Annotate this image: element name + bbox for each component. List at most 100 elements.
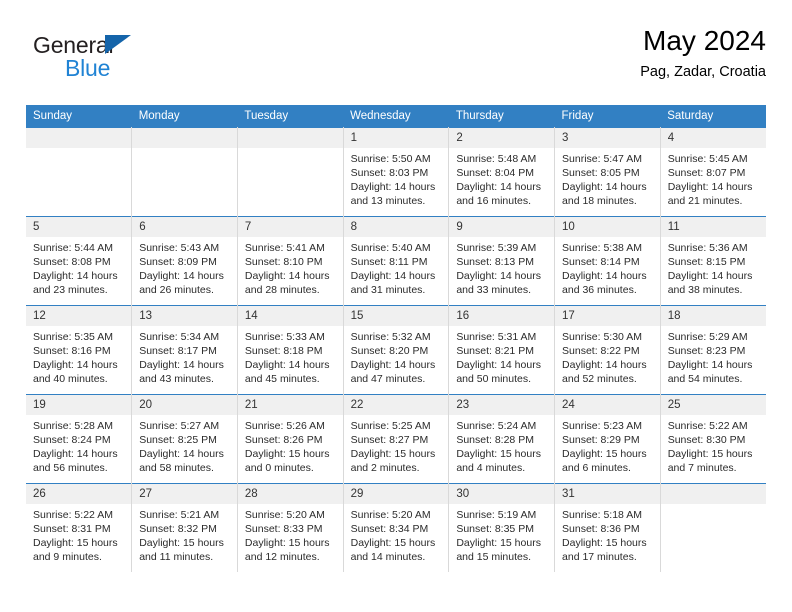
day-number: 14 xyxy=(237,306,343,326)
calendar-day-cell[interactable]: 30 Sunrise: 5:19 AM Sunset: 8:35 PM Dayligh… xyxy=(448,483,556,572)
calendar-day-cell[interactable]: 2 Sunrise: 5:48 AM Sunset: 8:04 PM Daylight… xyxy=(448,127,556,217)
sunrise-text: Sunrise: 5:22 AM xyxy=(33,509,113,521)
day-number: 29 xyxy=(343,484,449,504)
calendar-day-cell-empty xyxy=(26,127,133,217)
daylight-text-line1: Daylight: 15 hours xyxy=(350,537,436,549)
day-number: 1 xyxy=(343,128,449,148)
calendar-day-cell[interactable]: 13 Sunrise: 5:34 AM Sunset: 8:17 PM Dayligh… xyxy=(131,305,238,395)
calendar-day-cell[interactable]: 25 Sunrise: 5:22 AM Sunset: 8:30 PM Dayligh… xyxy=(660,394,766,484)
day-number: 23 xyxy=(449,395,555,415)
calendar-day-cell[interactable]: 3 Sunrise: 5:47 AM Sunset: 8:05 PM Daylight… xyxy=(554,127,661,217)
calendar-day-cell[interactable]: 28 Sunrise: 5:20 AM Sunset: 8:33 PM Dayligh… xyxy=(237,483,344,572)
daylight-text-line2: and 14 minutes. xyxy=(350,551,426,563)
calendar-day-cell[interactable]: 22 Sunrise: 5:25 AM Sunset: 8:27 PM Dayligh… xyxy=(343,394,450,484)
sunrise-text: Sunrise: 5:25 AM xyxy=(350,420,431,432)
day-sun-info: Sunrise: 5:32 AM Sunset: 8:20 PM Daylight:… xyxy=(344,326,449,386)
weekday-header-saturday: Saturday xyxy=(660,105,766,128)
day-number: 20 xyxy=(132,395,237,415)
daylight-text-line2: and 47 minutes. xyxy=(350,373,426,385)
sunset-text: Sunset: 8:04 PM xyxy=(456,167,534,179)
calendar-day-cell[interactable]: 18 Sunrise: 5:29 AM Sunset: 8:23 PM Dayligh… xyxy=(660,305,766,395)
calendar-day-cell[interactable]: 5 Sunrise: 5:44 AM Sunset: 8:08 PM Daylight… xyxy=(26,216,133,306)
day-sun-info: Sunrise: 5:50 AM Sunset: 8:03 PM Daylight:… xyxy=(344,148,449,208)
calendar-day-cell[interactable]: 21 Sunrise: 5:26 AM Sunset: 8:26 PM Dayligh… xyxy=(237,394,344,484)
day-number: 10 xyxy=(555,217,660,237)
day-sun-info: Sunrise: 5:47 AM Sunset: 8:05 PM Daylight:… xyxy=(555,148,660,208)
calendar-day-cell[interactable]: 23 Sunrise: 5:24 AM Sunset: 8:28 PM Dayligh… xyxy=(448,394,556,484)
sunrise-text: Sunrise: 5:43 AM xyxy=(139,242,220,254)
day-number: 27 xyxy=(132,484,237,504)
day-number: 6 xyxy=(132,217,237,237)
day-sun-info: Sunrise: 5:26 AM Sunset: 8:26 PM Daylight:… xyxy=(238,415,343,475)
weekday-header-sunday: Sunday xyxy=(26,105,132,128)
sunrise-text: Sunrise: 5:33 AM xyxy=(244,331,325,343)
calendar-day-cell[interactable]: 31 Sunrise: 5:18 AM Sunset: 8:36 PM Dayligh… xyxy=(554,483,661,572)
calendar-day-cell[interactable]: 7 Sunrise: 5:41 AM Sunset: 8:10 PM Daylight… xyxy=(237,216,344,306)
sunset-text: Sunset: 8:36 PM xyxy=(562,523,640,535)
daylight-text-line1: Daylight: 14 hours xyxy=(562,270,647,282)
daylight-text-line1: Daylight: 15 hours xyxy=(350,448,436,460)
calendar-day-cell[interactable]: 15 Sunrise: 5:32 AM Sunset: 8:20 PM Dayligh… xyxy=(343,305,450,395)
day-number: 25 xyxy=(660,395,766,415)
calendar-day-cell[interactable]: 24 Sunrise: 5:23 AM Sunset: 8:29 PM Dayligh… xyxy=(554,394,661,484)
day-number: 15 xyxy=(343,306,449,326)
logo-bottom-row: Blue xyxy=(33,56,233,82)
calendar-day-cell[interactable]: 27 Sunrise: 5:21 AM Sunset: 8:32 PM Dayligh… xyxy=(131,483,238,572)
sunrise-text: Sunrise: 5:29 AM xyxy=(667,331,748,343)
calendar-week-row: 12 Sunrise: 5:35 AM Sunset: 8:16 PM Dayligh… xyxy=(26,305,766,395)
calendar-day-cell[interactable]: 16 Sunrise: 5:31 AM Sunset: 8:21 PM Dayligh… xyxy=(448,305,556,395)
calendar-day-cell[interactable]: 29 Sunrise: 5:20 AM Sunset: 8:34 PM Dayligh… xyxy=(343,483,450,572)
day-number xyxy=(132,128,237,148)
day-sun-info: Sunrise: 5:19 AM Sunset: 8:35 PM Daylight:… xyxy=(449,504,554,564)
calendar-day-cell[interactable]: 14 Sunrise: 5:33 AM Sunset: 8:18 PM Dayligh… xyxy=(237,305,344,395)
calendar-day-cell[interactable]: 10 Sunrise: 5:38 AM Sunset: 8:14 PM Dayligh… xyxy=(554,216,661,306)
calendar-day-cell[interactable]: 17 Sunrise: 5:30 AM Sunset: 8:22 PM Dayligh… xyxy=(554,305,661,395)
day-number: 3 xyxy=(555,128,660,148)
sunset-text: Sunset: 8:11 PM xyxy=(350,256,428,268)
daylight-text-line2: and 23 minutes. xyxy=(33,284,108,296)
sunset-text: Sunset: 8:10 PM xyxy=(244,256,323,268)
sunset-text: Sunset: 8:35 PM xyxy=(456,523,534,535)
calendar-day-cell[interactable]: 8 Sunrise: 5:40 AM Sunset: 8:11 PM Daylight… xyxy=(343,216,450,306)
sunrise-text: Sunrise: 5:20 AM xyxy=(244,509,325,521)
sunrise-text: Sunrise: 5:30 AM xyxy=(562,331,642,343)
sunset-text: Sunset: 8:24 PM xyxy=(33,434,111,446)
sunset-text: Sunset: 8:26 PM xyxy=(244,434,323,446)
weekday-header-monday: Monday xyxy=(131,105,238,128)
title-block: May 2024 Pag, Zadar, Croatia xyxy=(640,24,766,82)
sunrise-text: Sunrise: 5:40 AM xyxy=(350,242,431,254)
calendar-day-cell[interactable]: 12 Sunrise: 5:35 AM Sunset: 8:16 PM Dayligh… xyxy=(26,305,133,395)
daylight-text-line2: and 33 minutes. xyxy=(456,284,532,296)
sunrise-text: Sunrise: 5:23 AM xyxy=(562,420,642,432)
sunrise-text: Sunrise: 5:41 AM xyxy=(244,242,325,254)
sunset-text: Sunset: 8:07 PM xyxy=(667,167,746,179)
daylight-text-line1: Daylight: 15 hours xyxy=(33,537,118,549)
calendar-day-cell[interactable]: 26 Sunrise: 5:22 AM Sunset: 8:31 PM Dayligh… xyxy=(26,483,133,572)
sunset-text: Sunset: 8:20 PM xyxy=(350,345,429,357)
day-sun-info: Sunrise: 5:23 AM Sunset: 8:29 PM Daylight:… xyxy=(555,415,660,475)
weekday-header-thursday: Thursday xyxy=(448,105,555,128)
calendar-day-cell[interactable]: 11 Sunrise: 5:36 AM Sunset: 8:15 PM Dayligh… xyxy=(660,216,766,306)
calendar-day-cell[interactable]: 19 Sunrise: 5:28 AM Sunset: 8:24 PM Dayligh… xyxy=(26,394,133,484)
daylight-text-line2: and 15 minutes. xyxy=(456,551,532,563)
sunrise-text: Sunrise: 5:21 AM xyxy=(139,509,220,521)
calendar-grid: Sunday Monday Tuesday Wednesday Thursday… xyxy=(26,105,766,572)
daylight-text-line2: and 50 minutes. xyxy=(456,373,532,385)
day-sun-info: Sunrise: 5:43 AM Sunset: 8:09 PM Daylight:… xyxy=(132,237,237,297)
daylight-text-line1: Daylight: 15 hours xyxy=(139,537,224,549)
day-sun-info: Sunrise: 5:22 AM Sunset: 8:31 PM Daylight:… xyxy=(26,504,131,564)
daylight-text-line2: and 21 minutes. xyxy=(667,195,743,207)
daylight-text-line1: Daylight: 14 hours xyxy=(667,270,753,282)
sunset-text: Sunset: 8:29 PM xyxy=(562,434,640,446)
calendar-day-cell[interactable]: 4 Sunrise: 5:45 AM Sunset: 8:07 PM Daylight… xyxy=(660,127,766,217)
day-sun-info: Sunrise: 5:40 AM Sunset: 8:11 PM Daylight:… xyxy=(344,237,449,297)
day-sun-info: Sunrise: 5:45 AM Sunset: 8:07 PM Daylight:… xyxy=(661,148,766,208)
calendar-day-cell[interactable]: 6 Sunrise: 5:43 AM Sunset: 8:09 PM Daylight… xyxy=(131,216,238,306)
calendar-page: General Blue May 2024 Pag, Zadar, Croati… xyxy=(0,0,792,612)
sunset-text: Sunset: 8:28 PM xyxy=(456,434,534,446)
calendar-day-cell[interactable]: 9 Sunrise: 5:39 AM Sunset: 8:13 PM Daylight… xyxy=(448,216,556,306)
calendar-day-cell[interactable]: 20 Sunrise: 5:27 AM Sunset: 8:25 PM Dayligh… xyxy=(131,394,238,484)
calendar-day-cell[interactable]: 1 Sunrise: 5:50 AM Sunset: 8:03 PM Daylight… xyxy=(343,127,450,217)
daylight-text-line1: Daylight: 14 hours xyxy=(33,270,118,282)
sunset-text: Sunset: 8:18 PM xyxy=(244,345,323,357)
